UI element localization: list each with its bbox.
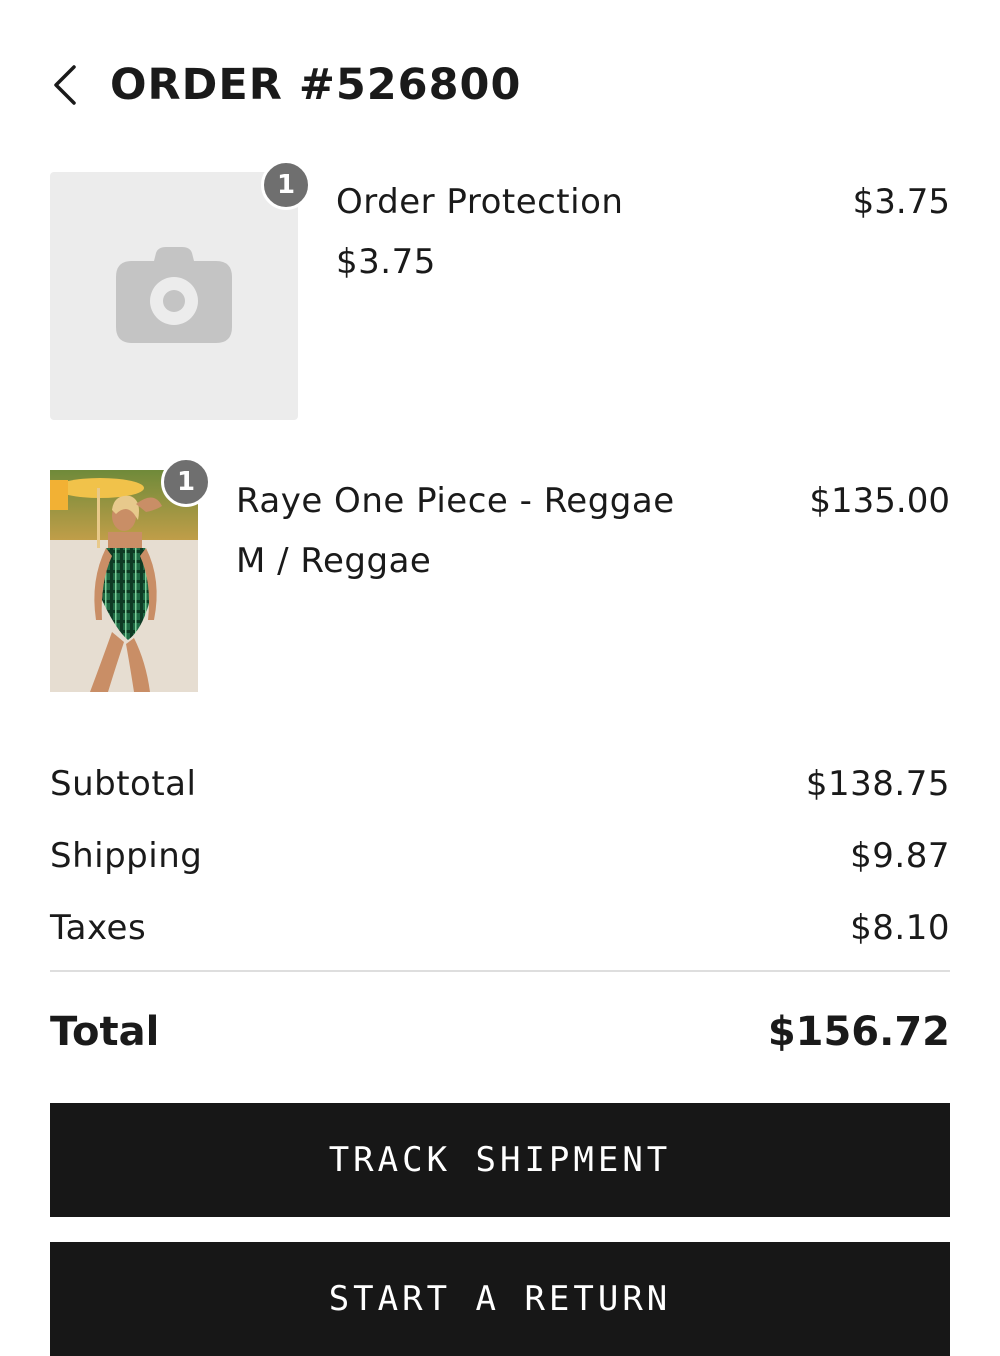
subtotal-value: $138.75 <box>805 764 950 804</box>
shipping-row: Shipping $9.87 <box>50 820 950 892</box>
taxes-value: $8.10 <box>850 908 950 948</box>
page-header: ORDER #526800 <box>50 50 521 120</box>
subtotal-row: Subtotal $138.75 <box>50 748 950 820</box>
back-button[interactable] <box>50 55 90 115</box>
product-thumbnail <box>50 172 298 420</box>
item-variant: M / Reggae <box>236 541 432 581</box>
item-variant: $3.75 <box>336 242 436 282</box>
quantity-badge: 1 <box>261 160 311 210</box>
taxes-row: Taxes $8.10 <box>50 892 950 964</box>
line-item: 1 Order Protection $3.75 $3.75 <box>50 160 950 422</box>
item-price: $135.00 <box>809 481 950 521</box>
subtotal-label: Subtotal <box>50 764 197 804</box>
shipping-value: $9.87 <box>850 836 950 876</box>
track-shipment-button[interactable]: TRACK SHIPMENT <box>50 1103 950 1217</box>
divider <box>50 970 950 972</box>
total-label: Total <box>50 1009 160 1055</box>
taxes-label: Taxes <box>50 908 147 948</box>
page-title: ORDER #526800 <box>110 60 522 110</box>
shipping-label: Shipping <box>50 836 203 876</box>
chevron-left-icon <box>54 65 76 105</box>
start-return-button[interactable]: START A RETURN <box>50 1242 950 1356</box>
item-price: $3.75 <box>852 182 950 222</box>
item-name: Order Protection <box>336 182 624 222</box>
item-name: Raye One Piece - Reggae <box>236 481 675 521</box>
line-item: 1 Raye One Piece - Reggae M / Reggae $13… <box>50 457 950 693</box>
order-summary: Subtotal $138.75 Shipping $9.87 Taxes $8… <box>50 748 950 964</box>
camera-icon <box>116 247 232 343</box>
quantity-badge: 1 <box>161 457 211 507</box>
total-row: Total $156.72 <box>50 1000 950 1064</box>
total-value: $156.72 <box>767 1009 950 1055</box>
